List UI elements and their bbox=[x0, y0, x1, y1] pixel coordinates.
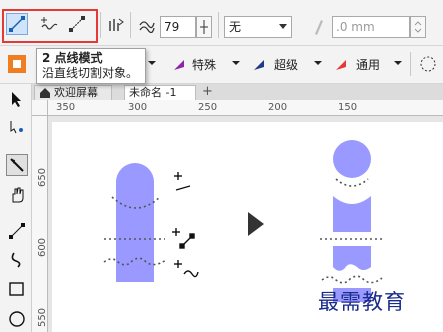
ruler-label: 250 bbox=[198, 102, 218, 113]
ruler-label: 300 bbox=[128, 102, 148, 113]
freehand-cut-button[interactable] bbox=[38, 13, 60, 35]
result-arrow bbox=[248, 212, 264, 236]
smoothing-label bbox=[136, 13, 158, 35]
smoothing-slider-button[interactable] bbox=[196, 16, 212, 38]
split-options-button[interactable] bbox=[104, 13, 126, 35]
separator bbox=[100, 12, 101, 38]
tab-document-label: 未命名 -1 bbox=[129, 86, 177, 99]
pan-tool[interactable] bbox=[6, 184, 28, 206]
bezier-icon bbox=[9, 223, 25, 239]
document-tabs: 欢迎屏幕 未命名 -1 + bbox=[32, 84, 443, 100]
ellipse-icon bbox=[9, 311, 25, 327]
ellipse-tool[interactable] bbox=[6, 308, 28, 330]
preset-special[interactable]: 特殊 bbox=[172, 56, 216, 73]
size-spinner[interactable] bbox=[410, 16, 426, 38]
preset-super[interactable]: 超级 bbox=[252, 56, 298, 73]
property-bar: 79 无 .0 mm bbox=[0, 0, 443, 46]
freehand-icon bbox=[41, 17, 58, 30]
source-shape bbox=[116, 163, 154, 282]
outline-width-value: 无 bbox=[229, 20, 242, 34]
ruler-label: 550 bbox=[37, 307, 49, 328]
artistic-media-tool[interactable] bbox=[6, 248, 28, 270]
tab-document[interactable]: 未命名 -1 bbox=[124, 85, 196, 100]
shape-tool-icon bbox=[10, 121, 23, 134]
separator bbox=[218, 12, 219, 38]
knife-cursor-3 bbox=[174, 260, 199, 278]
separator bbox=[130, 12, 131, 38]
curve-icon bbox=[11, 252, 21, 268]
tooltip-title: 2 点线模式 bbox=[42, 51, 103, 65]
brush-icon bbox=[254, 59, 264, 70]
smoothing-input[interactable]: 79 bbox=[160, 16, 196, 38]
brush-icon bbox=[336, 59, 346, 70]
smoothing-icon bbox=[139, 21, 155, 33]
two-point-line-icon bbox=[9, 16, 25, 32]
separator bbox=[410, 52, 411, 76]
rectangle-icon bbox=[9, 282, 24, 296]
outline-width-select[interactable]: 无 bbox=[224, 16, 292, 38]
app-badge bbox=[8, 55, 26, 73]
vertical-ruler[interactable]: 650 600 550 bbox=[32, 116, 48, 332]
knife-tool[interactable] bbox=[6, 154, 28, 176]
tooltip: 2 点线模式 沿直线切割对象。 bbox=[36, 48, 146, 84]
pan-icon bbox=[12, 187, 24, 203]
brush-icon bbox=[174, 59, 184, 70]
preset-super-label: 超级 bbox=[274, 58, 299, 72]
pen-width-icon bbox=[315, 20, 323, 35]
app-icon bbox=[13, 60, 21, 68]
result-middle-piece bbox=[333, 196, 371, 232]
result-bottom-piece bbox=[333, 246, 371, 271]
bezier-icon bbox=[69, 16, 85, 32]
lasso-button[interactable] bbox=[418, 54, 438, 77]
split-icon bbox=[109, 18, 124, 31]
chevron-down-icon bbox=[314, 61, 322, 65]
knife-icon bbox=[10, 158, 24, 172]
pick-tool[interactable] bbox=[6, 88, 28, 110]
pick-tool-icon bbox=[12, 92, 21, 107]
add-tab-button[interactable]: + bbox=[202, 84, 213, 99]
ruler-label: 150 bbox=[338, 102, 358, 113]
preset-special-chevron[interactable] bbox=[232, 57, 240, 71]
ruler-label: 600 bbox=[37, 237, 49, 258]
knife-cursor-2 bbox=[172, 228, 195, 249]
two-point-line-button[interactable] bbox=[6, 13, 28, 35]
toolbox bbox=[0, 84, 32, 332]
shape-tool[interactable] bbox=[6, 116, 28, 138]
freehand-tool[interactable] bbox=[6, 220, 28, 242]
preset-chevron[interactable] bbox=[148, 57, 156, 71]
preset-special-label: 特殊 bbox=[192, 58, 217, 72]
lasso-icon bbox=[420, 56, 436, 72]
tab-welcome[interactable]: 欢迎屏幕 bbox=[34, 85, 112, 100]
chevron-down-icon bbox=[279, 24, 287, 29]
horizontal-ruler[interactable]: 350 300 250 200 150 bbox=[32, 100, 443, 116]
home-icon bbox=[40, 88, 50, 98]
chevron-down-icon bbox=[148, 61, 156, 65]
ruler-label: 350 bbox=[56, 102, 76, 113]
result-top-piece bbox=[333, 140, 371, 178]
knife-cursor-1 bbox=[174, 172, 191, 191]
preset-general[interactable]: 通用 bbox=[334, 56, 380, 73]
watermark: 最需教育 bbox=[318, 290, 406, 314]
ruler-label: 650 bbox=[37, 167, 49, 188]
spinner-icon bbox=[414, 21, 422, 33]
pen-width-icon-holder bbox=[308, 16, 330, 38]
preset-general-label: 通用 bbox=[356, 58, 381, 72]
chevron-down-icon bbox=[394, 61, 402, 65]
rectangle-tool[interactable] bbox=[6, 278, 28, 300]
ruler-corner[interactable] bbox=[32, 100, 48, 116]
tab-welcome-label: 欢迎屏幕 bbox=[54, 86, 98, 99]
ruler-label: 200 bbox=[268, 102, 288, 113]
slider-icon bbox=[200, 20, 208, 34]
chevron-down-icon bbox=[232, 61, 240, 65]
preset-general-chevron[interactable] bbox=[394, 57, 402, 71]
tooltip-description: 沿直线切割对象。 bbox=[42, 66, 139, 80]
preset-super-chevron[interactable] bbox=[314, 57, 322, 71]
size-input[interactable]: .0 mm bbox=[332, 16, 410, 38]
bezier-cut-button[interactable] bbox=[66, 13, 88, 35]
